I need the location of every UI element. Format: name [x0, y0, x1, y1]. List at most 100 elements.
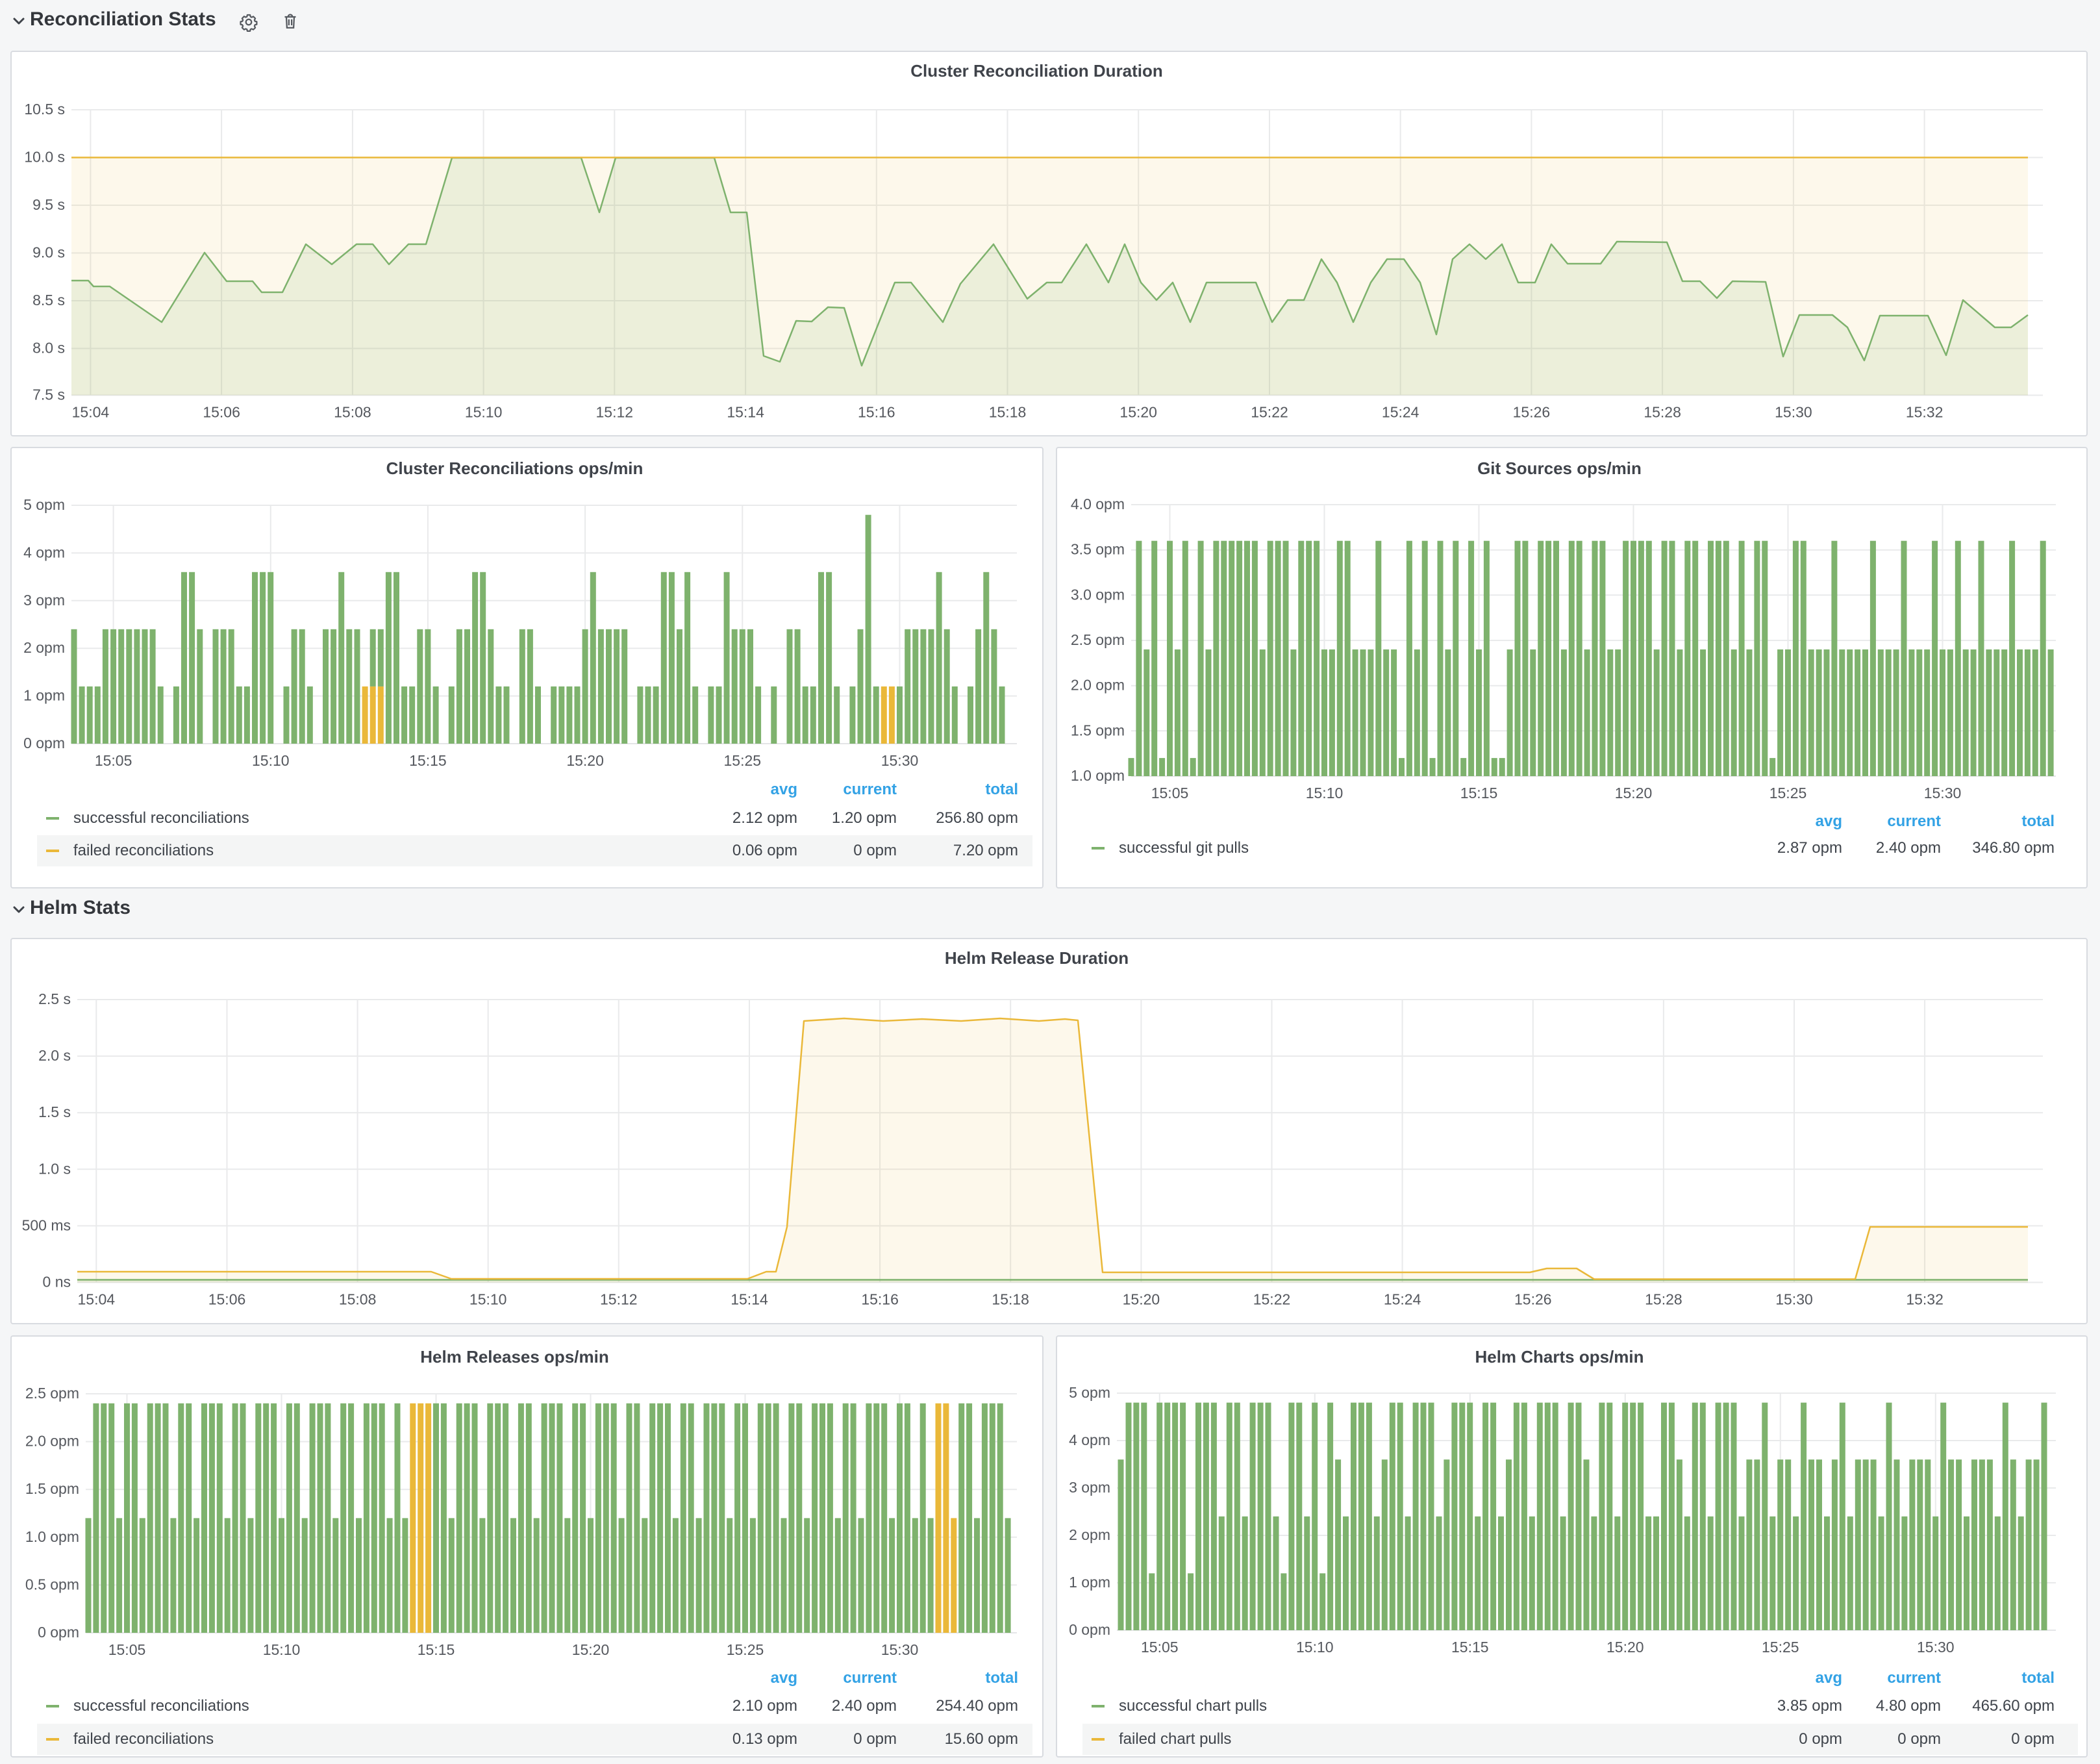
svg-text:7.5 s: 7.5 s [32, 386, 65, 403]
svg-text:successful reconciliations: successful reconciliations [73, 809, 249, 827]
svg-text:1.0 opm: 1.0 opm [1071, 767, 1125, 784]
svg-text:failed reconciliations: failed reconciliations [73, 1730, 214, 1748]
svg-text:15:25: 15:25 [724, 752, 762, 769]
svg-text:15:26: 15:26 [1514, 1291, 1552, 1308]
svg-text:1.0 s: 1.0 s [38, 1160, 71, 1177]
svg-text:2.5 s: 2.5 s [38, 990, 71, 1007]
svg-text:Cluster Reconciliation Duratio: Cluster Reconciliation Duration [910, 61, 1163, 81]
svg-text:4 opm: 4 opm [23, 544, 65, 561]
svg-text:current: current [843, 781, 897, 798]
svg-text:9.0 s: 9.0 s [32, 244, 65, 261]
svg-text:2.87 opm: 2.87 opm [1777, 839, 1842, 857]
svg-text:2.5 opm: 2.5 opm [1071, 631, 1125, 648]
svg-text:Cluster Reconciliations ops/mi: Cluster Reconciliations ops/min [386, 459, 644, 478]
svg-text:15:15: 15:15 [1451, 1639, 1489, 1656]
svg-text:15.60 opm: 15.60 opm [945, 1730, 1018, 1748]
svg-text:7.20 opm: 7.20 opm [953, 842, 1018, 859]
svg-text:successful reconciliations: successful reconciliations [73, 1697, 249, 1715]
svg-text:15:26: 15:26 [1513, 404, 1551, 421]
svg-text:0 opm: 0 opm [853, 842, 897, 859]
svg-text:15:28: 15:28 [1644, 404, 1681, 421]
svg-text:465.60 opm: 465.60 opm [1972, 1697, 2055, 1715]
svg-text:10.5 s: 10.5 s [24, 101, 65, 118]
svg-text:15:12: 15:12 [596, 404, 634, 421]
svg-text:15:24: 15:24 [1382, 404, 1419, 421]
svg-text:0.5 opm: 0.5 opm [25, 1576, 79, 1593]
svg-text:4.80 opm: 4.80 opm [1876, 1697, 1941, 1715]
svg-text:0 ns: 0 ns [43, 1274, 71, 1291]
svg-text:15:20: 15:20 [1119, 404, 1157, 421]
svg-text:15:10: 15:10 [1296, 1639, 1334, 1656]
svg-text:15:16: 15:16 [861, 1291, 899, 1308]
svg-text:failed chart pulls: failed chart pulls [1119, 1730, 1231, 1748]
svg-text:15:18: 15:18 [992, 1291, 1029, 1308]
svg-text:4 opm: 4 opm [1069, 1431, 1110, 1448]
svg-text:failed reconciliations: failed reconciliations [73, 842, 214, 859]
svg-text:current: current [843, 1669, 897, 1687]
svg-text:15:30: 15:30 [1917, 1639, 1955, 1656]
svg-text:successful git pulls: successful git pulls [1119, 839, 1249, 857]
svg-text:15:14: 15:14 [727, 404, 764, 421]
svg-text:15:25: 15:25 [1769, 785, 1807, 801]
svg-text:15:24: 15:24 [1384, 1291, 1421, 1308]
svg-text:2.12 opm: 2.12 opm [732, 809, 797, 827]
svg-text:2.0 opm: 2.0 opm [25, 1433, 79, 1450]
svg-text:successful chart pulls: successful chart pulls [1119, 1697, 1267, 1715]
svg-text:15:08: 15:08 [339, 1291, 377, 1308]
svg-text:15:25: 15:25 [727, 1641, 764, 1658]
svg-text:15:06: 15:06 [208, 1291, 246, 1308]
svg-text:8.0 s: 8.0 s [32, 340, 65, 357]
svg-text:1.5 s: 1.5 s [38, 1103, 71, 1120]
svg-text:0 opm: 0 opm [1897, 1730, 1941, 1748]
svg-text:15:30: 15:30 [881, 1641, 919, 1658]
svg-text:avg: avg [771, 781, 797, 798]
svg-text:346.80 opm: 346.80 opm [1972, 839, 2055, 857]
svg-text:15:14: 15:14 [731, 1291, 768, 1308]
svg-text:current: current [1887, 1669, 1941, 1687]
svg-text:15:10: 15:10 [1306, 785, 1344, 801]
svg-text:15:10: 15:10 [469, 1291, 507, 1308]
svg-text:15:10: 15:10 [252, 752, 290, 769]
svg-text:0 opm: 0 opm [38, 1624, 79, 1641]
svg-text:Helm Releases ops/min: Helm Releases ops/min [420, 1347, 608, 1367]
svg-text:avg: avg [1816, 1669, 1842, 1687]
svg-text:15:15: 15:15 [1460, 785, 1498, 801]
svg-text:current: current [1887, 813, 1941, 830]
svg-text:2 opm: 2 opm [1069, 1526, 1110, 1543]
svg-text:0 opm: 0 opm [1069, 1621, 1110, 1638]
svg-text:5 opm: 5 opm [23, 496, 65, 513]
svg-text:2.10 opm: 2.10 opm [732, 1697, 797, 1715]
svg-text:0 opm: 0 opm [23, 735, 65, 751]
svg-text:3.85 opm: 3.85 opm [1777, 1697, 1842, 1715]
svg-text:15:05: 15:05 [1151, 785, 1189, 801]
svg-text:total: total [985, 781, 1018, 798]
svg-text:2.5 opm: 2.5 opm [25, 1385, 79, 1402]
svg-text:0 opm: 0 opm [2011, 1730, 2055, 1748]
svg-text:15:30: 15:30 [881, 752, 919, 769]
svg-text:1.5 opm: 1.5 opm [25, 1480, 79, 1497]
svg-text:15:16: 15:16 [858, 404, 895, 421]
svg-text:1 opm: 1 opm [23, 687, 65, 704]
svg-text:15:12: 15:12 [600, 1291, 638, 1308]
svg-text:15:06: 15:06 [203, 404, 240, 421]
svg-text:2.40 opm: 2.40 opm [1876, 839, 1941, 857]
svg-text:0 opm: 0 opm [1799, 1730, 1842, 1748]
svg-text:avg: avg [771, 1669, 797, 1687]
svg-text:15:05: 15:05 [1141, 1639, 1179, 1656]
svg-text:3 opm: 3 opm [23, 592, 65, 609]
svg-text:total: total [2021, 813, 2055, 830]
svg-text:15:04: 15:04 [72, 404, 110, 421]
svg-text:4.0 opm: 4.0 opm [1071, 496, 1125, 512]
svg-text:9.5 s: 9.5 s [32, 196, 65, 213]
svg-text:15:20: 15:20 [572, 1641, 610, 1658]
svg-text:15:15: 15:15 [418, 1641, 455, 1658]
svg-text:15:30: 15:30 [1775, 1291, 1813, 1308]
svg-text:0.13 opm: 0.13 opm [732, 1730, 797, 1748]
svg-text:15:20: 15:20 [566, 752, 604, 769]
svg-text:15:15: 15:15 [409, 752, 447, 769]
svg-text:2.0 opm: 2.0 opm [1071, 677, 1125, 694]
svg-text:254.40 opm: 254.40 opm [936, 1697, 1018, 1715]
svg-text:15:20: 15:20 [1615, 785, 1653, 801]
svg-text:15:30: 15:30 [1775, 404, 1812, 421]
svg-text:500 ms: 500 ms [22, 1216, 71, 1233]
